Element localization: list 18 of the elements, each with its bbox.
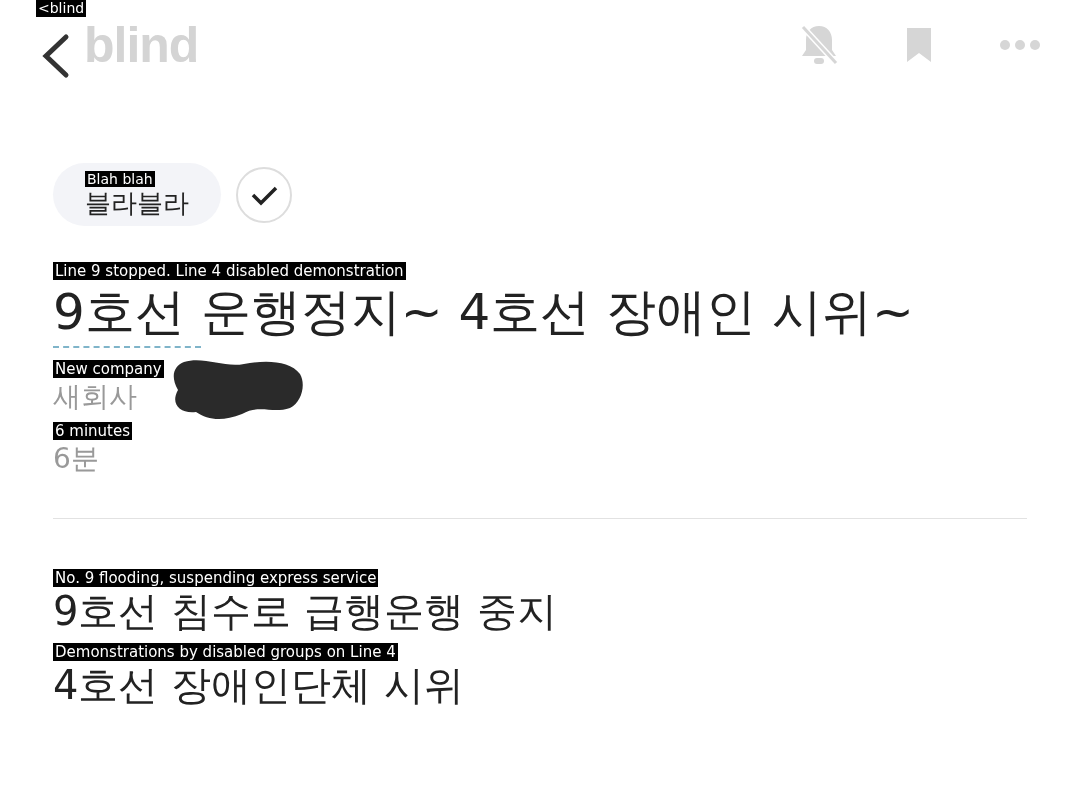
back-icon[interactable] [40,33,70,79]
topic-chip[interactable]: Blah blah 블라블라 [53,163,221,226]
translation-label: New company [53,360,164,378]
more-icon[interactable] [999,39,1041,51]
post-title: 9호선 운행정지~ 4호선 장애인 시위~ [53,282,914,343]
translation-label: <blind [36,0,87,17]
post-time: 6분 [53,441,99,477]
translation-label: No. 9 flooding, suspending express service [53,569,379,587]
translation-label: 6 minutes [53,422,133,440]
bell-off-icon[interactable] [799,23,839,67]
translation-label: Demonstrations by disabled groups on Line 4 [53,643,398,661]
translation-label: Blah blah [85,170,155,187]
body-text: 4호선 장애인단체 시위 [53,661,464,709]
translation-label: Line 9 stopped. Line 4 disabled demonstration [53,262,406,280]
check-icon[interactable] [235,165,293,224]
bookmark-icon[interactable] [905,26,933,64]
company-name: 새회사 [53,379,137,415]
body-text: 9호선 침수로 급행운행 중지 [53,587,557,635]
